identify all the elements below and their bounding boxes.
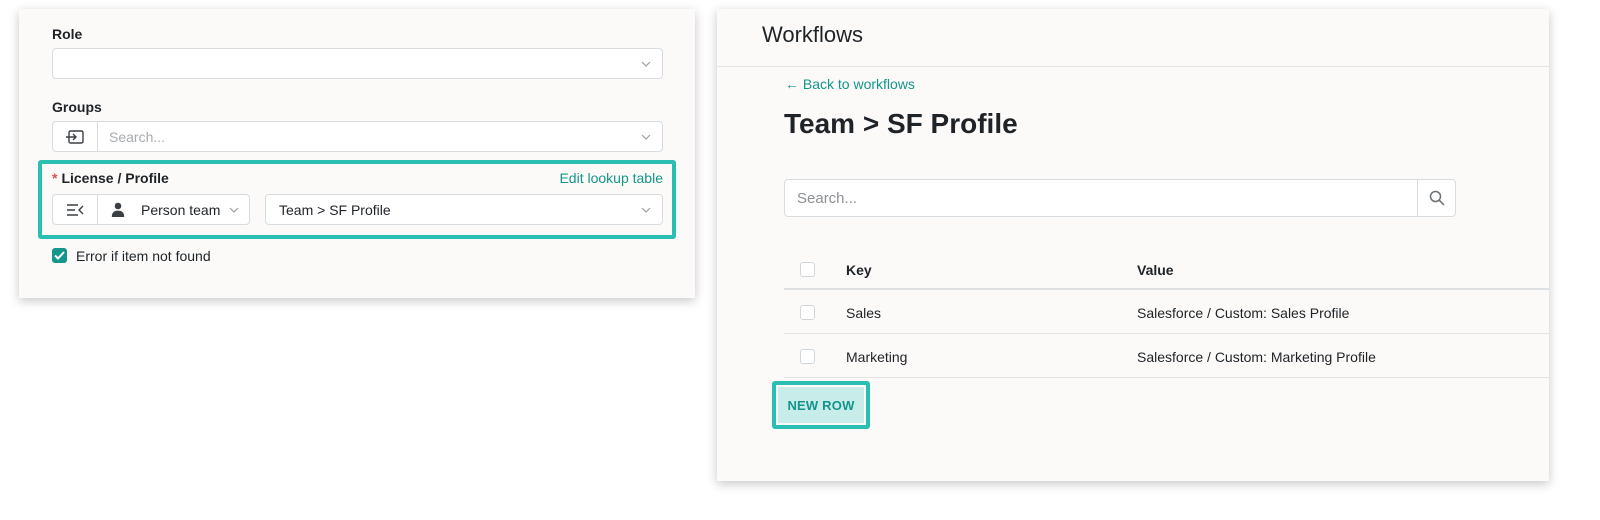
person-icon	[111, 202, 125, 222]
app-title: Workflows	[762, 22, 864, 47]
row-checkbox[interactable]	[800, 349, 815, 364]
import-icon[interactable]	[53, 122, 98, 151]
row-key: Marketing	[846, 349, 908, 365]
page-title: Team > SF Profile	[784, 108, 1018, 139]
role-label: Role	[52, 26, 83, 42]
row-key: Sales	[846, 305, 882, 321]
search-icon[interactable]	[1417, 180, 1455, 216]
chevron-down-icon	[640, 204, 652, 216]
chevron-down-icon	[228, 204, 240, 216]
row-checkbox[interactable]	[800, 305, 815, 320]
lookup-table-value: Team > SF Profile	[279, 202, 391, 218]
new-row-button[interactable]: NEW ROW	[778, 387, 864, 423]
license-profile-label: * License / Profile	[52, 170, 169, 186]
back-to-workflows-link[interactable]: ← Back to workflows	[785, 76, 915, 92]
error-if-not-found-checkbox[interactable]	[52, 248, 67, 263]
groups-label: Groups	[52, 99, 102, 115]
lookup-mapping-icon[interactable]	[53, 195, 98, 224]
header-divider	[717, 66, 1549, 67]
new-row-highlight: NEW ROW	[772, 381, 870, 429]
lookup-table-select[interactable]: Team > SF Profile	[265, 194, 663, 225]
row-value: Salesforce / Custom: Marketing Profile	[1137, 349, 1376, 365]
column-header-value: Value	[1137, 262, 1174, 278]
groups-search-placeholder: Search...	[109, 129, 166, 145]
chevron-down-icon	[640, 58, 652, 70]
groups-select[interactable]: Search...	[52, 121, 663, 152]
license-profile-label-text: License / Profile	[61, 170, 169, 186]
lookup-table: Key Value Sales Salesforce / Custom: Sal…	[784, 249, 1549, 378]
search-input[interactable]: Search...	[797, 190, 857, 207]
error-if-not-found-label: Error if item not found	[76, 248, 211, 264]
row-value: Salesforce / Custom: Sales Profile	[1137, 305, 1350, 321]
chevron-down-icon	[640, 131, 652, 143]
edit-lookup-table-link[interactable]: Edit lookup table	[559, 170, 663, 186]
required-marker: *	[52, 170, 58, 186]
table-header-row: Key Value	[784, 249, 1549, 290]
lookup-search[interactable]: Search...	[784, 179, 1456, 217]
table-row[interactable]: Sales Salesforce / Custom: Sales Profile	[784, 290, 1549, 334]
source-field-select[interactable]: Person team	[52, 194, 250, 225]
checkmark-icon	[54, 251, 65, 260]
field-config-panel: Role Groups Search... * License / Profile…	[19, 9, 695, 298]
role-select[interactable]	[52, 48, 663, 79]
select-all-checkbox[interactable]	[800, 262, 815, 277]
column-header-key: Key	[846, 262, 872, 278]
workflows-panel: Workflows ← Back to workflows Team > SF …	[717, 9, 1549, 481]
table-row[interactable]: Marketing Salesforce / Custom: Marketing…	[784, 334, 1549, 378]
source-field-value: Person team	[141, 202, 221, 218]
